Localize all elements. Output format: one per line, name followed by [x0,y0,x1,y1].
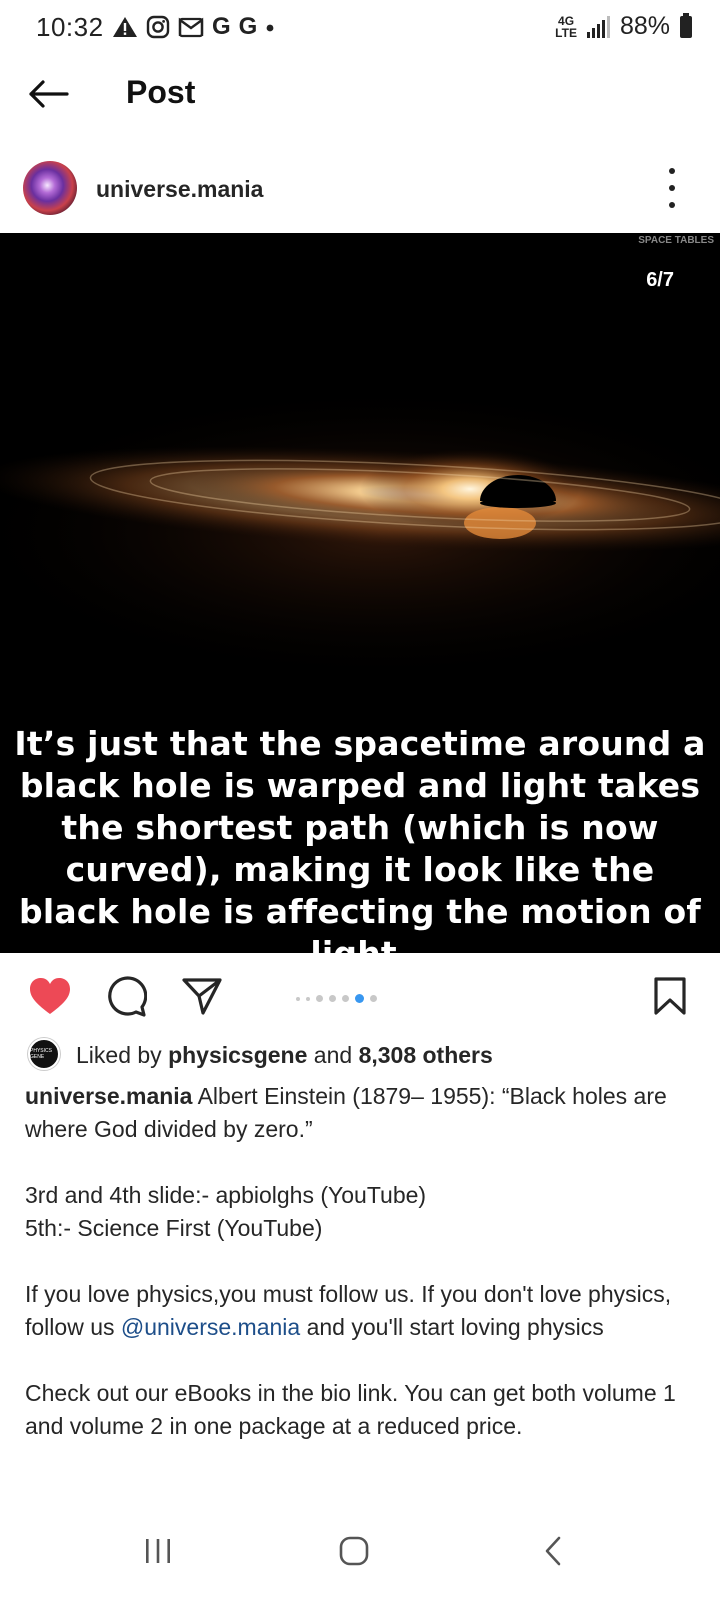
carousel-indicator [296,994,377,1003]
carousel-dot [329,995,336,1002]
bookmark-icon [654,977,686,1015]
caption-text: 5th:- Science First (YouTube) [25,1215,323,1241]
more-dot-icon [669,202,675,208]
dot-icon [266,24,274,32]
post-caption: universe.mania Albert Einstein (1879– 19… [25,1080,695,1476]
recent-apps-icon [146,1539,170,1563]
caption-text: 3rd and 4th slide:- apbiolghs (YouTube) [25,1182,427,1208]
heart-filled-icon [30,978,70,1014]
caption-mention-link[interactable]: @universe.mania [121,1314,300,1340]
author-avatar[interactable] [23,161,77,215]
watermark-logo: SPACE TABLES [638,235,714,246]
carousel-dot [370,995,377,1002]
arrow-left-icon [29,80,69,108]
back-nav-button[interactable] [524,1526,584,1576]
app-header: Post [0,56,720,132]
google-icon: G [212,13,231,40]
warning-icon [113,17,137,37]
carousel-dot-active [355,994,364,1003]
send-icon [182,978,222,1015]
gmail-icon [178,17,204,38]
caption-text: and you'll start loving physics [300,1314,604,1340]
notification-icons: G G [112,12,275,42]
battery-percent: 88% [619,12,670,40]
recent-apps-button[interactable] [128,1526,188,1576]
caption-username[interactable]: universe.mania [25,1083,192,1109]
more-options-button[interactable] [664,168,680,208]
likes-middle: and [307,1042,359,1068]
post-author-row: universe.mania [0,150,720,228]
home-button[interactable] [324,1526,384,1576]
more-dot-icon [669,185,675,191]
likes-row[interactable]: PHYSICS GENE Liked by physicsgene and 8,… [0,1036,720,1076]
status-time: 10:32 [36,12,104,42]
page-title: Post [126,74,196,110]
liker-avatar: PHYSICS GENE [28,1038,60,1070]
back-button[interactable] [24,70,72,118]
chevron-left-icon [545,1536,561,1566]
status-bar: 10:32 G G 4G LTE 88% [0,0,720,56]
comment-icon [108,976,147,1017]
likes-count[interactable]: 8,308 others [359,1042,493,1068]
likes-prefix: Liked by [76,1042,169,1068]
author-username[interactable]: universe.mania [96,176,263,203]
carousel-dot [342,995,349,1002]
caption-paragraph: universe.mania Albert Einstein (1879– 19… [25,1080,695,1146]
carousel-dot [296,996,300,1001]
network-icon: 4G LTE [555,13,577,40]
image-overlay-text: It’s just that the spacetime around a bl… [14,724,706,953]
post-action-bar [0,962,720,1026]
battery-icon [680,12,692,38]
carousel-dot [306,996,310,1001]
comment-button[interactable] [102,974,150,1018]
carousel-dot [316,995,323,1002]
more-dot-icon [669,168,675,174]
caption-text: Check out our eBooks in the bio link. Yo… [25,1380,676,1439]
home-icon [339,1536,369,1566]
post-image[interactable]: SPACE TABLES 6/7 It’s just that the spac… [0,233,720,953]
signal-icon [586,15,610,38]
caption-paragraph: Check out our eBooks in the bio link. Yo… [25,1377,695,1443]
slide-counter: 6/7 [646,269,674,291]
status-right: 4G LTE 88% [555,12,692,41]
google-icon: G [238,13,258,40]
instagram-icon [146,15,170,39]
caption-paragraph: If you love physics,you must follow us. … [25,1278,695,1344]
like-button[interactable] [26,974,74,1018]
caption-paragraph: 3rd and 4th slide:- apbiolghs (YouTube) 5… [25,1179,695,1245]
likes-summary[interactable]: Liked by physicsgene and 8,308 others [76,1042,493,1069]
system-nav-bar [0,1508,720,1600]
share-button[interactable] [178,974,226,1018]
liker-username[interactable]: physicsgene [168,1042,307,1068]
save-button[interactable] [646,974,694,1018]
